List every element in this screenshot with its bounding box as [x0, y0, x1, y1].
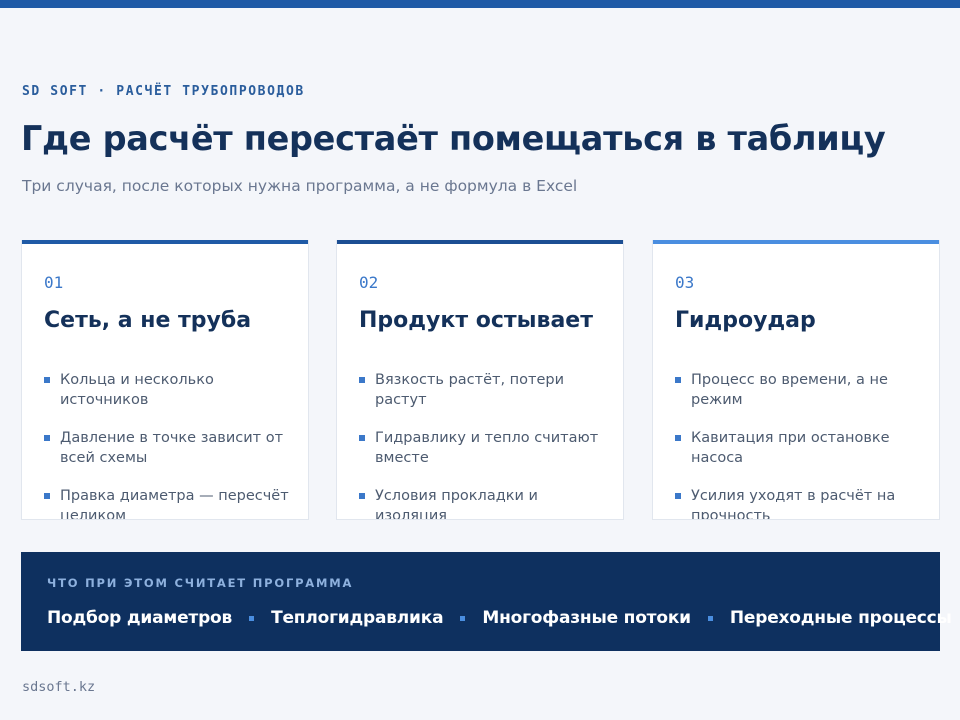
- square-bullet-icon: [44, 493, 50, 499]
- banner-label: ЧТО ПРИ ЭТОМ СЧИТАЕТ ПРОГРАММА: [47, 576, 354, 590]
- capability-item: Подбор диаметров: [47, 608, 233, 628]
- card-title: Сеть, а не труба: [44, 308, 252, 333]
- list-item: Правка диаметра — пересчёт целиком: [44, 486, 294, 520]
- square-bullet-icon: [359, 435, 365, 441]
- top-accent-bar: [0, 0, 960, 8]
- capability-item: Многофазные потоки: [482, 608, 691, 628]
- list-item: Кавитация при остановке насоса: [675, 428, 925, 468]
- list-item-text: Процесс во времени, а не режим: [691, 372, 888, 408]
- capability-item: Теплогидравлика: [271, 608, 444, 628]
- card-number: 03: [675, 273, 695, 292]
- square-bullet-icon: [44, 435, 50, 441]
- card-bullet-list: Процесс во времени, а не режим Кавитация…: [675, 370, 925, 520]
- list-item: Давление в точке зависит от всей схемы: [44, 428, 294, 468]
- list-item-text: Гидравлику и тепло считают вместе: [375, 430, 599, 466]
- square-bullet-icon: [675, 377, 681, 383]
- card-title: Гидроудар: [675, 308, 816, 333]
- square-bullet-icon: [675, 493, 681, 499]
- case-cards: 01 Сеть, а не труба Кольца и несколько и…: [21, 240, 940, 520]
- case-card-cooling: 02 Продукт остывает Вязкость растёт, пот…: [336, 240, 624, 520]
- card-bullet-list: Вязкость растёт, потери растут Гидравлик…: [359, 370, 609, 520]
- list-item-text: Правка диаметра — пересчёт целиком: [60, 488, 289, 520]
- card-accent-bar: [653, 240, 939, 244]
- eyebrow-label: SD SOFT · РАСЧЁТ ТРУБОПРОВОДОВ: [22, 84, 305, 99]
- square-separator-icon: [460, 615, 466, 621]
- list-item-text: Усилия уходят в расчёт на прочность: [691, 488, 896, 520]
- list-item-text: Вязкость растёт, потери растут: [375, 372, 565, 408]
- square-separator-icon: [249, 615, 255, 621]
- list-item: Вязкость растёт, потери растут: [359, 370, 609, 410]
- list-item: Процесс во времени, а не режим: [675, 370, 925, 410]
- card-title: Продукт остывает: [359, 308, 593, 333]
- case-card-network: 01 Сеть, а не труба Кольца и несколько и…: [21, 240, 309, 520]
- page-title: Где расчёт перестаёт помещаться в таблиц…: [21, 119, 886, 158]
- list-item-text: Условия прокладки и изоляция: [375, 488, 538, 520]
- list-item: Гидравлику и тепло считают вместе: [359, 428, 609, 468]
- list-item-text: Кавитация при остановке насоса: [691, 430, 890, 466]
- card-accent-bar: [22, 240, 308, 244]
- page-subtitle: Три случая, после которых нужна программ…: [22, 177, 578, 195]
- list-item-text: Кольца и несколько источников: [60, 372, 214, 408]
- square-bullet-icon: [359, 377, 365, 383]
- capabilities-list: Подбор диаметров Теплогидравлика Многофа…: [47, 608, 952, 628]
- square-bullet-icon: [359, 493, 365, 499]
- list-item-text: Давление в точке зависит от всей схемы: [60, 430, 284, 466]
- capability-item: Переходные процессы: [729, 608, 952, 628]
- square-separator-icon: [707, 615, 713, 621]
- card-number: 02: [359, 273, 379, 292]
- footer-site-link[interactable]: sdsoft.kz: [22, 679, 95, 695]
- capabilities-banner: ЧТО ПРИ ЭТОМ СЧИТАЕТ ПРОГРАММА Подбор ди…: [21, 552, 952, 651]
- card-bullet-list: Кольца и несколько источников Давление в…: [44, 370, 294, 520]
- case-card-water-hammer: 03 Гидроудар Процесс во времени, а не ре…: [652, 240, 940, 520]
- square-bullet-icon: [675, 435, 681, 441]
- list-item: Усилия уходят в расчёт на прочность: [675, 486, 925, 520]
- square-bullet-icon: [44, 377, 50, 383]
- list-item: Условия прокладки и изоляция: [359, 486, 609, 520]
- list-item: Кольца и несколько источников: [44, 370, 294, 410]
- card-number: 01: [44, 273, 64, 292]
- card-accent-bar: [337, 240, 623, 244]
